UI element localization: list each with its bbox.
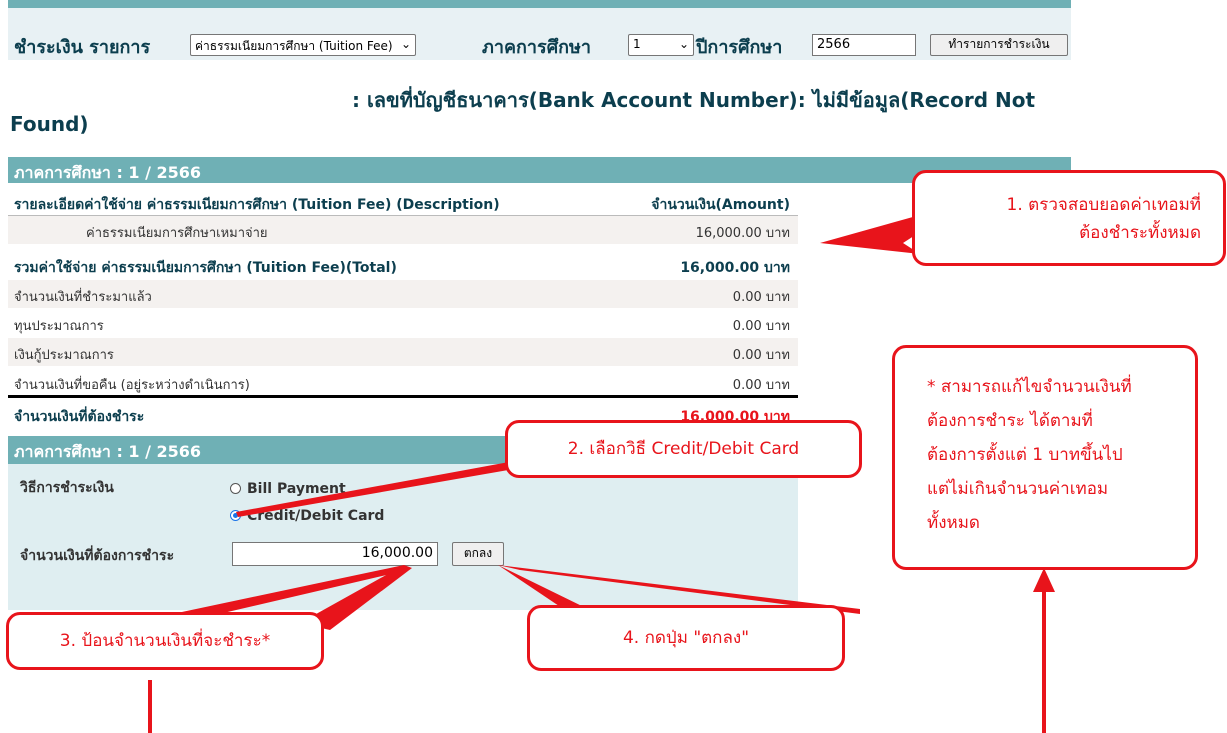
note-line2: ต้องการชำระ ได้ตามที่ [927,411,1093,431]
callout-note: * สามารถแก้ไขจำนวนเงินที่ ต้องการชำระ ได… [892,345,1198,570]
redacted-student-name [8,84,348,110]
radio-bill-payment[interactable]: Bill Payment [230,481,346,497]
row-label: ค่าธรรมเนียมการศึกษาเหมาจ่าย [86,226,268,241]
note-line5: ทั้งหมด [927,513,980,533]
callout-1-line1: 1. ตรวจสอบยอดค่าเทอมที่ [1006,195,1201,215]
callout-step-2: 2. เลือกวิธี Credit/Debit Card [505,420,862,478]
line-note-up [1042,590,1046,733]
payment-header-text: ภาคการศึกษา : 1 / 2566 [14,442,202,461]
chevron-down-icon: ⌄ [678,37,689,51]
row-amount: 16,000.00 บาท [680,260,790,276]
table-row: ทุนประมาณการ 0.00 บาท [8,309,798,337]
year-input[interactable]: 2566 [812,34,916,56]
row-amount: 16,000.00 บาท [695,226,790,241]
table-row: เงินกู้ประมาณการ 0.00 บาท [8,338,798,366]
payment-item-select-value: ค่าธรรมเนียมการศึกษา (Tuition Fee) [195,39,393,53]
bank-account-line-cont: Found) [10,112,89,136]
do-payment-button[interactable]: ทำรายการชำระเงิน [930,34,1068,56]
row-amount: 0.00 บาท [732,348,790,363]
callout-step-3: 3. ป้อนจำนวนเงินที่จะชำระ* [6,612,324,670]
payment-section: วิธีการชำระเงิน Bill Payment Credit/Debi… [8,455,798,610]
semester-header: ภาคการศึกษา : 1 / 2566 [8,157,1071,183]
callout-4-text: 4. กดปุ่ม "ตกลง" [622,628,750,648]
callout-1-line2: ต้องชำระทั้งหมด [1079,223,1201,243]
row-label: เงินกู้ประมาณการ [14,348,114,363]
note-line4: แต่ไม่เกินจำนวนค่าเทอม [927,479,1109,499]
row-label: จำนวนเงินที่ขอคืน (อยู่ระหว่างดำเนินการ) [14,378,250,393]
amount-input[interactable]: 16,000.00 [232,542,438,566]
row-amount: 0.00 บาท [732,290,790,305]
ok-button[interactable]: ตกลง [452,542,504,566]
table-row: ค่าธรรมเนียมการศึกษาเหมาจ่าย 16,000.00 บ… [8,216,798,244]
radio-card-label: Credit/Debit Card [247,508,385,524]
row-label: รวมค่าใช้จ่าย ค่าธรรมเนียมการศึกษา (Tuit… [14,260,397,276]
radio-icon [230,483,241,494]
semester-select[interactable]: 1 ⌄ [628,34,694,56]
amount-label: จำนวนเงินที่ต้องการชำระ [20,548,175,564]
divider [8,395,798,398]
year-label: ปีการศึกษา [696,37,783,58]
row-label: จำนวนเงินที่ต้องชำระ [14,409,145,425]
semester-header-text: ภาคการศึกษา : 1 / 2566 [14,163,202,182]
radio-credit-debit-card[interactable]: Credit/Debit Card [230,508,384,524]
top-strip [8,0,1071,8]
callout-step-1: 1. ตรวจสอบยอดค่าเทอมที่ ต้องชำระทั้งหมด [912,170,1226,266]
note-line1: * สามารถแก้ไขจำนวนเงินที่ [927,377,1132,397]
table-row: จำนวนเงินที่ชำระมาแล้ว 0.00 บาท [8,280,798,308]
arrow-note-head [1033,568,1055,592]
semester-select-value: 1 [633,37,641,51]
table-row-total: รวมค่าใช้จ่าย ค่าธรรมเนียมการศึกษา (Tuit… [8,251,798,279]
row-label: ทุนประมาณการ [14,319,104,334]
row-amount: 0.00 บาท [732,378,790,393]
note-line3: ต้องการตั้งแต่ 1 บาทขึ้นไป [927,445,1123,465]
table-header: รายละเอียดค่าใช้จ่าย ค่าธรรมเนียมการศึกษ… [8,188,798,216]
payment-item-label: ชำระเงิน รายการ [14,37,151,58]
callout-3-text: 3. ป้อนจำนวนเงินที่จะชำระ* [59,631,271,651]
payment-item-select[interactable]: ค่าธรรมเนียมการศึกษา (Tuition Fee) ⌄ [190,34,416,56]
row-label: จำนวนเงินที่ชำระมาแล้ว [14,290,152,305]
semester-label: ภาคการศึกษา [482,37,591,58]
callout-step-4: 4. กดปุ่ม "ตกลง" [527,605,845,671]
chevron-down-icon: ⌄ [400,37,411,51]
arrow-1 [820,215,920,254]
line-3-down [148,680,152,733]
table-row: จำนวนเงินที่ขอคืน (อยู่ระหว่างดำเนินการ)… [8,368,798,396]
radio-bill-label: Bill Payment [247,481,346,497]
header-description: รายละเอียดค่าใช้จ่าย ค่าธรรมเนียมการศึกษ… [14,197,500,213]
payment-filter-bar: ชำระเงิน รายการ ค่าธรรมเนียมการศึกษา (Tu… [8,8,1071,60]
radio-checked-icon [230,510,241,521]
payment-method-label: วิธีการชำระเงิน [20,480,114,496]
callout-2-text: 2. เลือกวิธี Credit/Debit Card [567,439,800,459]
bank-account-line: : เลขที่บัญชีธนาคาร(Bank Account Number)… [352,88,1036,112]
header-amount: จำนวนเงิน(Amount) [651,197,790,213]
row-amount: 0.00 บาท [732,319,790,334]
